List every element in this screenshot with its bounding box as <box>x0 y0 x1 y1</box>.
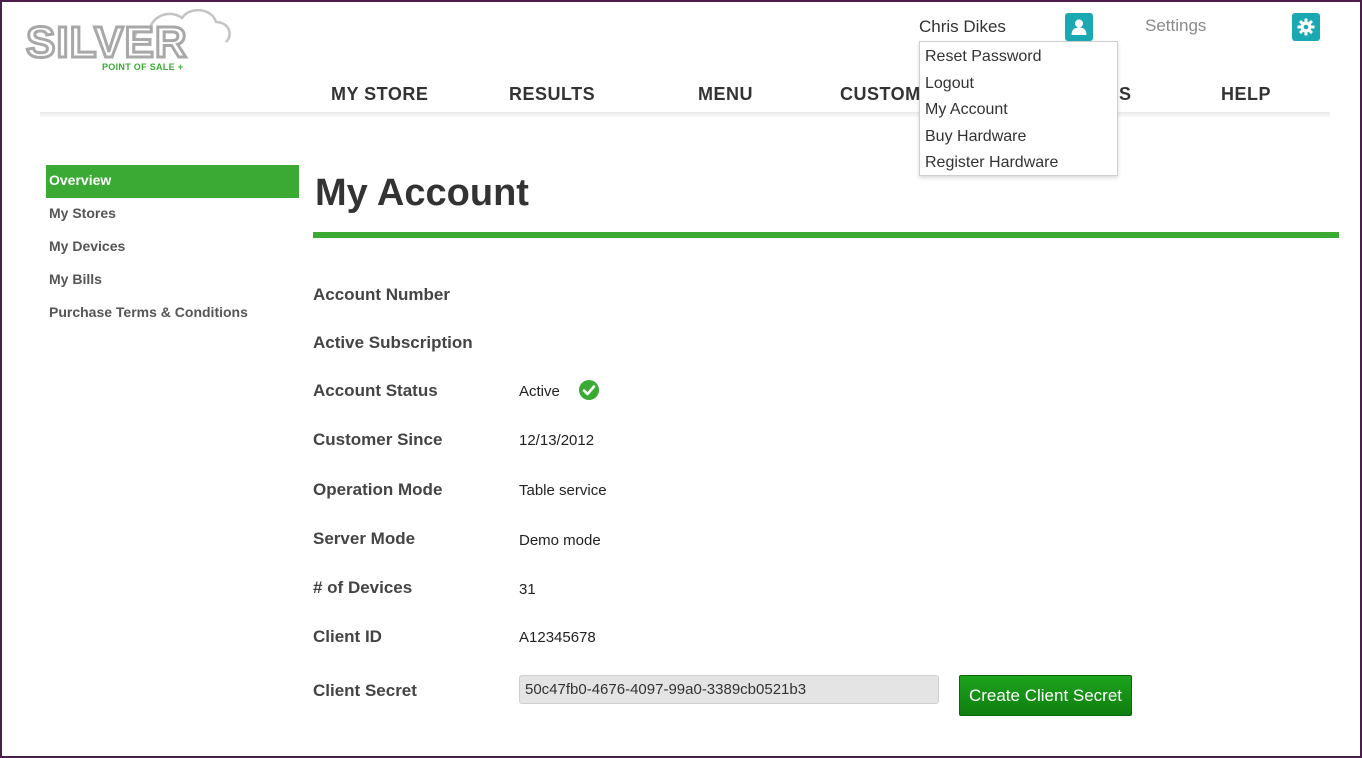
client-secret-field[interactable] <box>519 675 939 704</box>
account-status-label: Account Status <box>313 381 438 400</box>
customer-since-label: Customer Since <box>313 430 443 449</box>
sidebar-item-overview[interactable]: Overview <box>46 165 299 198</box>
sidebar: Overview My Stores My Devices My Bills P… <box>46 165 299 330</box>
sidebar-item-my-bills[interactable]: My Bills <box>46 264 299 297</box>
client-secret-label: Client Secret <box>313 681 417 700</box>
menu-item-reset-password[interactable]: Reset Password <box>920 44 1117 71</box>
client-id-label: Client ID <box>313 627 382 646</box>
brand-logo[interactable]: SILVER POINT OF SALE + <box>25 4 231 76</box>
menu-item-my-account[interactable]: My Account <box>920 97 1117 124</box>
customer-since-value: 12/13/2012 <box>519 432 595 449</box>
nav-help[interactable]: HELP <box>1221 84 1271 105</box>
page-title: My Account <box>315 172 529 214</box>
menu-item-logout[interactable]: Logout <box>920 71 1117 98</box>
nav-menu[interactable]: MENU <box>698 84 753 105</box>
server-mode-value: Demo mode <box>519 532 601 549</box>
account-status-value: Active <box>519 383 560 400</box>
user-dropdown-menu: Reset Password Logout My Account Buy Har… <box>919 41 1118 176</box>
brand-name: SILVER <box>25 17 189 69</box>
sidebar-item-my-devices[interactable]: My Devices <box>46 231 299 264</box>
account-number-label: Account Number <box>313 285 450 304</box>
operation-mode-label: Operation Mode <box>313 480 443 499</box>
nav-my-store[interactable]: MY STORE <box>331 84 428 105</box>
brand-tagline: POINT OF SALE + <box>102 62 184 72</box>
operation-mode-value: Table service <box>519 482 607 499</box>
user-icon <box>1071 19 1087 35</box>
device-count-label: # of Devices <box>313 578 413 597</box>
title-divider <box>313 232 1339 238</box>
menu-item-buy-hardware[interactable]: Buy Hardware <box>920 124 1117 151</box>
server-mode-label: Server Mode <box>313 529 416 548</box>
settings-link[interactable]: Settings <box>1145 16 1206 36</box>
gear-icon <box>1297 18 1315 36</box>
device-count-value: 31 <box>519 581 536 598</box>
nav-results[interactable]: RESULTS <box>509 84 595 105</box>
sidebar-item-purchase-terms[interactable]: Purchase Terms & Conditions <box>46 297 299 330</box>
active-subscription-label: Active Subscription <box>313 333 473 352</box>
settings-button[interactable] <box>1292 13 1320 41</box>
user-name[interactable]: Chris Dikes <box>919 17 1006 37</box>
nav-customers[interactable]: CUSTOM <box>840 84 921 105</box>
nav-divider <box>40 112 1330 118</box>
client-id-value: A12345678 <box>519 629 596 646</box>
nav-reports[interactable]: S <box>1119 84 1132 105</box>
menu-item-register-hardware[interactable]: Register Hardware <box>920 150 1117 177</box>
sidebar-item-my-stores[interactable]: My Stores <box>46 198 299 231</box>
user-icon-button[interactable] <box>1065 13 1093 41</box>
create-client-secret-button[interactable]: Create Client Secret <box>959 675 1132 716</box>
check-circle-icon <box>579 380 599 400</box>
